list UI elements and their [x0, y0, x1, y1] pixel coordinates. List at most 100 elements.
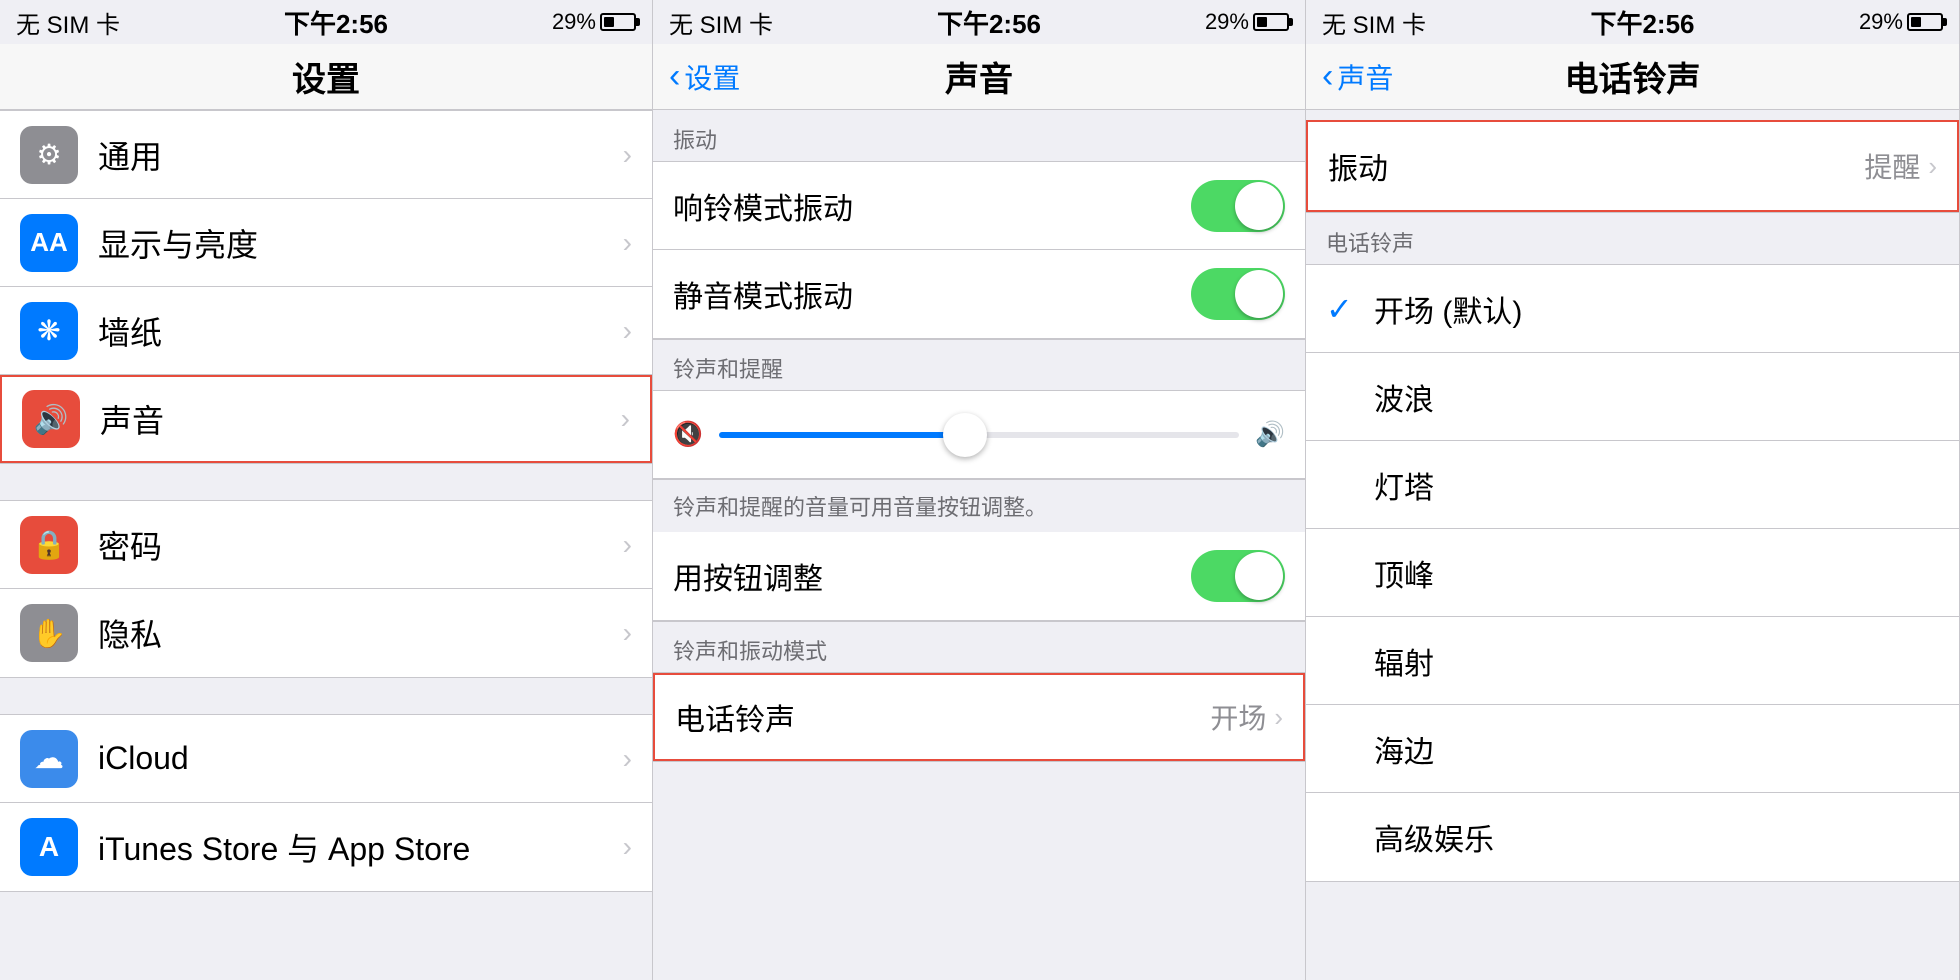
sound-panel: 无 SIM 卡 下午2:56 29% ‹ 设置 声音 振动 响铃模式振动 静音模…	[653, 0, 1306, 980]
sound-note: 铃声和提醒的音量可用音量按钮调整。	[653, 480, 1305, 532]
settings-group-1: ⚙ 通用 › AA 显示与亮度 › ❋ 墙纸 › 🔊 声音 ›	[0, 110, 652, 464]
ring-vibration-modes-header: 铃声和振动模式	[653, 621, 1305, 673]
vibrate-row[interactable]: 振动 提醒 ›	[1308, 122, 1957, 210]
volume-slider-track[interactable]	[719, 432, 1239, 438]
ringtone-panel: 无 SIM 卡 下午2:56 29% ‹ 声音 电话铃声 振动 提醒 › 电话铃…	[1306, 0, 1960, 980]
carrier-1: 无 SIM 卡	[16, 5, 120, 40]
vibrate-label: 振动	[1328, 144, 1864, 188]
icloud-label: iCloud	[98, 740, 623, 777]
chevron-privacy: ›	[623, 617, 632, 649]
itunes-icon: A	[20, 818, 78, 876]
settings-group-2: 🔒 密码 › ✋ 隐私 ›	[0, 500, 652, 678]
volume-slider-thumb[interactable]	[943, 413, 987, 457]
ringtone-back-button[interactable]: ‹ 声音	[1322, 57, 1393, 97]
toggle-knob-2	[1235, 270, 1283, 318]
itunes-label: iTunes Store 与 App Store	[98, 824, 623, 870]
settings-item-passcode[interactable]: 🔒 密码 ›	[0, 501, 652, 589]
phone-ringtone-value: 开场	[1210, 697, 1266, 737]
settings-item-general[interactable]: ⚙ 通用 ›	[0, 111, 652, 199]
tone-bolang[interactable]: 波浪	[1306, 353, 1959, 441]
ring-vibrate-item[interactable]: 响铃模式振动	[653, 162, 1305, 250]
adjust-buttons-label: 用按钮调整	[673, 554, 1191, 598]
sound-note-text: 铃声和提醒的音量可用音量按钮调整。	[673, 495, 1047, 520]
tone-kaichang[interactable]: ✓ 开场 (默认)	[1306, 265, 1959, 353]
settings-title: 设置	[292, 52, 360, 101]
settings-item-itunes[interactable]: A iTunes Store 与 App Store ›	[0, 803, 652, 891]
volume-slider-fill	[719, 432, 953, 438]
settings-item-display[interactable]: AA 显示与亮度 ›	[0, 199, 652, 287]
chevron-display: ›	[623, 227, 632, 259]
battery-2: 29%	[1205, 9, 1289, 35]
battery-icon-2	[1253, 13, 1289, 31]
volume-low-icon: 🔇	[673, 420, 703, 449]
carrier-2: 无 SIM 卡	[669, 5, 773, 40]
ring-vibrate-label: 响铃模式振动	[673, 184, 1191, 228]
vibrate-chevron: ›	[1928, 151, 1937, 182]
tone-fushe-label: 辐射	[1374, 639, 1434, 683]
wallpaper-label: 墙纸	[98, 308, 623, 354]
ring-vibrate-toggle[interactable]	[1191, 180, 1285, 232]
toggle-knob-1	[1235, 182, 1283, 230]
ringtone-alerts-label: 铃声和提醒	[673, 352, 783, 384]
battery-pct-2: 29%	[1205, 9, 1249, 35]
tone-haibian[interactable]: 海边	[1306, 705, 1959, 793]
sound-icon: 🔊	[22, 390, 80, 448]
tone-dingfeng[interactable]: 顶峰	[1306, 529, 1959, 617]
general-label: 通用	[98, 132, 623, 178]
silent-vibrate-toggle[interactable]	[1191, 268, 1285, 320]
privacy-icon: ✋	[20, 604, 78, 662]
adjust-buttons-item[interactable]: 用按钮调整	[653, 532, 1305, 620]
settings-item-privacy[interactable]: ✋ 隐私 ›	[0, 589, 652, 677]
battery-icon-1	[600, 13, 636, 31]
settings-item-wallpaper[interactable]: ❋ 墙纸 ›	[0, 287, 652, 375]
ringtone-section-header: 电话铃声	[1306, 212, 1959, 264]
privacy-label: 隐私	[98, 610, 623, 656]
general-icon: ⚙	[20, 126, 78, 184]
ringtone-back-label: 声音	[1337, 57, 1393, 97]
tone-dingfeng-label: 顶峰	[1374, 551, 1434, 595]
chevron-general: ›	[623, 139, 632, 171]
status-bar-3: 无 SIM 卡 下午2:56 29%	[1306, 0, 1959, 44]
chevron-passcode: ›	[623, 529, 632, 561]
silent-vibrate-item[interactable]: 静音模式振动	[653, 250, 1305, 338]
sound-back-button[interactable]: ‹ 设置	[669, 57, 740, 97]
wallpaper-icon: ❋	[20, 302, 78, 360]
phone-ringtone-item[interactable]: 电话铃声 开场 ›	[653, 673, 1305, 761]
carrier-3: 无 SIM 卡	[1322, 5, 1426, 40]
icloud-icon: ☁	[20, 730, 78, 788]
tone-haibian-label: 海边	[1374, 727, 1434, 771]
slider-section: 🔇 🔊	[653, 391, 1305, 480]
nav-bar-ringtone: ‹ 声音 电话铃声	[1306, 44, 1959, 110]
time-1: 下午2:56	[284, 4, 388, 41]
tone-gaoji[interactable]: 高级娱乐	[1306, 793, 1959, 881]
battery-pct-1: 29%	[552, 9, 596, 35]
settings-panel: 无 SIM 卡 下午2:56 29% 设置 ⚙ 通用 › AA 显示与亮度 › …	[0, 0, 653, 980]
settings-group-3: ☁ iCloud › A iTunes Store 与 App Store ›	[0, 714, 652, 892]
adjust-section: 用按钮调整	[653, 532, 1305, 621]
status-bar-2: 无 SIM 卡 下午2:56 29%	[653, 0, 1305, 44]
ringtone-nav-title: 电话铃声	[1565, 52, 1701, 101]
vibrate-value: 提醒	[1864, 146, 1920, 186]
tone-fushe[interactable]: 辐射	[1306, 617, 1959, 705]
chevron-icloud: ›	[623, 743, 632, 775]
tone-bolang-label: 波浪	[1374, 375, 1434, 419]
phone-ringtone-label: 电话铃声	[675, 695, 1210, 739]
status-bar-1: 无 SIM 卡 下午2:56 29%	[0, 0, 652, 44]
vibration-section-header: 振动	[653, 110, 1305, 162]
ringtone-mode-section: 电话铃声 开场 ›	[653, 673, 1305, 762]
chevron-itunes: ›	[623, 831, 632, 863]
battery-1: 29%	[552, 9, 636, 35]
tone-gaoji-label: 高级娱乐	[1374, 815, 1494, 859]
group-sep-1	[0, 464, 652, 500]
vibration-header-label: 振动	[673, 123, 717, 155]
toggle-knob-3	[1235, 552, 1283, 600]
time-3: 下午2:56	[1590, 4, 1694, 41]
settings-item-sound[interactable]: 🔊 声音 ›	[0, 375, 652, 463]
volume-slider-row[interactable]: 🔇 🔊	[653, 391, 1305, 479]
tone-dengta-label: 灯塔	[1374, 463, 1434, 507]
chevron-wallpaper: ›	[623, 315, 632, 347]
settings-item-icloud[interactable]: ☁ iCloud ›	[0, 715, 652, 803]
tone-dengta[interactable]: 灯塔	[1306, 441, 1959, 529]
tone-kaichang-label: 开场 (默认)	[1374, 287, 1522, 331]
adjust-toggle[interactable]	[1191, 550, 1285, 602]
